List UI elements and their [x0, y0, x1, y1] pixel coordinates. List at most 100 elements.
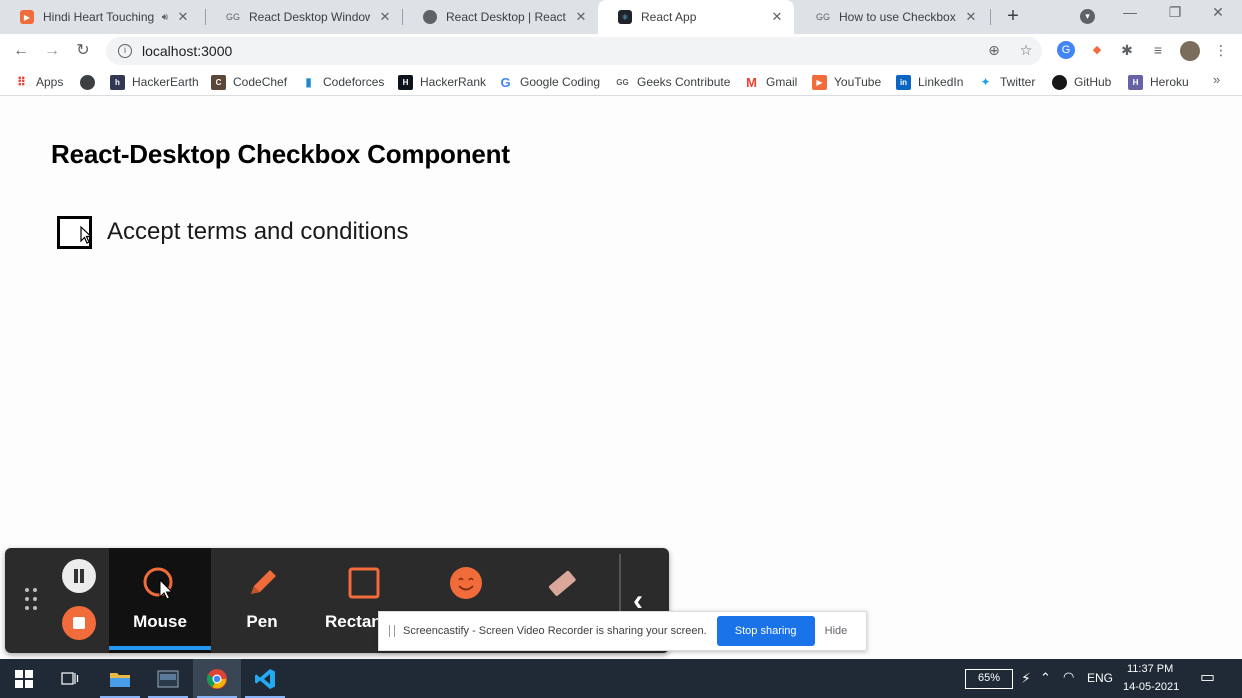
- sticker-face-icon: [450, 567, 482, 599]
- drag-handle-icon[interactable]: [389, 625, 395, 637]
- grammarly-extension-icon[interactable]: G: [1057, 41, 1075, 59]
- kebab-menu-icon[interactable]: ⋮: [1212, 42, 1230, 59]
- gmail-icon: M: [746, 74, 757, 90]
- gfg-favicon-icon: GG: [226, 12, 241, 22]
- bookmark-youtube[interactable]: ▶ YouTube: [812, 73, 881, 91]
- power-plug-icon[interactable]: ⚡: [1021, 670, 1031, 687]
- hide-button[interactable]: Hide: [825, 625, 848, 637]
- drag-handle-icon[interactable]: [25, 588, 39, 616]
- bookmark-linkedin[interactable]: in LinkedIn: [896, 73, 963, 91]
- taskbar-file-explorer[interactable]: [96, 659, 144, 698]
- star-bookmark-icon[interactable]: ☆: [1017, 42, 1035, 59]
- minimize-icon[interactable]: —: [1120, 4, 1140, 20]
- bookmark-label: Twitter: [1000, 75, 1036, 89]
- office-extension-icon[interactable]: ◆: [1088, 41, 1106, 59]
- gfg-icon: GG: [616, 77, 629, 87]
- taskbar-chrome[interactable]: [193, 659, 241, 698]
- stop-recording-button[interactable]: [62, 606, 96, 640]
- terms-checkbox[interactable]: [57, 215, 93, 249]
- bookmark-heroku[interactable]: H Heroku: [1128, 73, 1189, 91]
- bookmark-apps[interactable]: ⠿ Apps: [14, 73, 64, 91]
- address-bar[interactable]: i localhost:3000: [106, 37, 1042, 65]
- codechef-icon: C: [211, 74, 226, 90]
- tool-mouse[interactable]: Mouse: [109, 548, 211, 653]
- back-arrow-icon[interactable]: ←: [10, 40, 32, 62]
- chrome-icon: [206, 668, 227, 689]
- speaker-icon[interactable]: 🔊︎: [162, 12, 168, 23]
- taskbar-video-app[interactable]: [144, 659, 192, 698]
- bookmark-label: Gmail: [766, 75, 798, 89]
- tab-search-icon[interactable]: ▾: [1080, 9, 1095, 24]
- react-favicon-icon: ⚛: [618, 10, 632, 24]
- youtube-icon: ▶: [812, 74, 827, 90]
- bookmark-hackerrank[interactable]: H HackerRank: [398, 73, 486, 91]
- task-view-button[interactable]: [46, 659, 94, 698]
- bookmark-gmail[interactable]: M Gmail: [744, 73, 797, 91]
- tab-strip: ▶ Hindi Heart Touching 🔊︎ ✕ GG React Des…: [0, 0, 1242, 34]
- bookmark-label: Google Coding: [520, 75, 601, 89]
- close-tab-icon[interactable]: ✕: [574, 9, 588, 25]
- language-indicator[interactable]: ENG: [1087, 671, 1113, 685]
- reload-icon[interactable]: ↻: [72, 40, 94, 62]
- close-tab-icon[interactable]: ✕: [964, 9, 978, 25]
- eraser-icon: [549, 570, 576, 596]
- bookmark-github[interactable]: GitHub: [1052, 73, 1111, 91]
- tab-3[interactable]: React Desktop | React UI C ✕: [403, 0, 598, 34]
- close-window-icon[interactable]: ✕: [1208, 4, 1228, 21]
- bookmark-globe[interactable]: [80, 73, 102, 91]
- wifi-icon[interactable]: ◠: [1063, 669, 1074, 685]
- video-app-icon: [157, 670, 179, 687]
- globe-favicon-icon: [423, 10, 437, 24]
- close-tab-icon[interactable]: ✕: [770, 9, 784, 25]
- twitter-icon: ✦: [980, 75, 991, 89]
- new-tab-button[interactable]: +: [1001, 5, 1025, 29]
- restore-icon[interactable]: ❐: [1165, 4, 1185, 21]
- hackerrank-icon: H: [398, 74, 413, 90]
- bookmark-label: Apps: [36, 75, 64, 89]
- tab-1[interactable]: ▶ Hindi Heart Touching 🔊︎ ✕: [0, 0, 200, 34]
- clock-date[interactable]: 14-05-2021: [1123, 681, 1179, 693]
- clock-time[interactable]: 11:37 PM: [1127, 663, 1173, 675]
- bookmark-codeforces[interactable]: ▮ Codeforces: [301, 73, 384, 91]
- bookmark-label: LinkedIn: [918, 75, 964, 89]
- reading-list-icon[interactable]: ≡: [1149, 41, 1167, 59]
- hackerearth-icon: h: [110, 74, 125, 90]
- browser-toolbar: ← → ↻ i localhost:3000: [0, 34, 1242, 68]
- bookmark-google-coding[interactable]: G Google Coding: [498, 73, 600, 91]
- bookmark-label: HackerRank: [420, 75, 487, 89]
- close-tab-icon[interactable]: ✕: [176, 9, 190, 25]
- tab-2[interactable]: GG React Desktop Windows C ✕: [206, 0, 402, 34]
- tool-pen[interactable]: Pen: [211, 548, 313, 653]
- profile-avatar[interactable]: [1180, 41, 1200, 61]
- bookmarks-bar: ⠿ Apps h HackerEarth C CodeChef ▮ Codefo…: [0, 68, 1242, 96]
- tool-label: Pen: [246, 612, 278, 631]
- close-tab-icon[interactable]: ✕: [378, 9, 392, 25]
- pause-recording-button[interactable]: [62, 559, 96, 593]
- checkbox-row[interactable]: Accept terms and conditions: [57, 214, 409, 250]
- stop-sharing-button[interactable]: Stop sharing: [716, 616, 815, 646]
- battery-indicator[interactable]: 65%: [965, 669, 1013, 689]
- forward-arrow-icon[interactable]: →: [41, 40, 63, 62]
- codeforces-icon: ▮: [305, 75, 312, 89]
- bookmark-geeks-contribute[interactable]: GG Geeks Contribute: [615, 73, 730, 91]
- bookmark-twitter[interactable]: ✦ Twitter: [978, 73, 1035, 91]
- screen-sharing-bar: Screencastify - Screen Video Recorder is…: [378, 611, 867, 651]
- windows-logo-icon: [15, 669, 33, 688]
- chevron-up-icon[interactable]: ⌃: [1040, 670, 1051, 686]
- start-button[interactable]: [0, 659, 48, 698]
- tab-5[interactable]: GG How to use Checkboxes i ✕: [796, 0, 988, 34]
- mouse-cursor-icon: [143, 567, 174, 600]
- bookmark-hackerearth[interactable]: h HackerEarth: [110, 73, 199, 91]
- youtube-favicon-icon: ▶: [20, 10, 34, 24]
- notification-icon[interactable]: ▭: [1200, 667, 1215, 687]
- tab-title: How to use Checkboxes i: [839, 10, 956, 24]
- extensions-puzzle-icon[interactable]: ✱: [1118, 41, 1136, 59]
- zoom-icon[interactable]: ⊕: [985, 42, 1003, 59]
- tab-react-app[interactable]: ⚛ React App ✕: [598, 0, 794, 34]
- bookmark-codechef[interactable]: C CodeChef: [211, 73, 287, 91]
- site-info-icon[interactable]: i: [118, 44, 132, 58]
- bookmark-label: GitHub: [1074, 75, 1112, 89]
- screen: ▶ Hindi Heart Touching 🔊︎ ✕ GG React Des…: [0, 0, 1242, 698]
- more-bookmarks-icon[interactable]: »: [1213, 72, 1220, 87]
- taskbar-vscode[interactable]: [241, 659, 289, 698]
